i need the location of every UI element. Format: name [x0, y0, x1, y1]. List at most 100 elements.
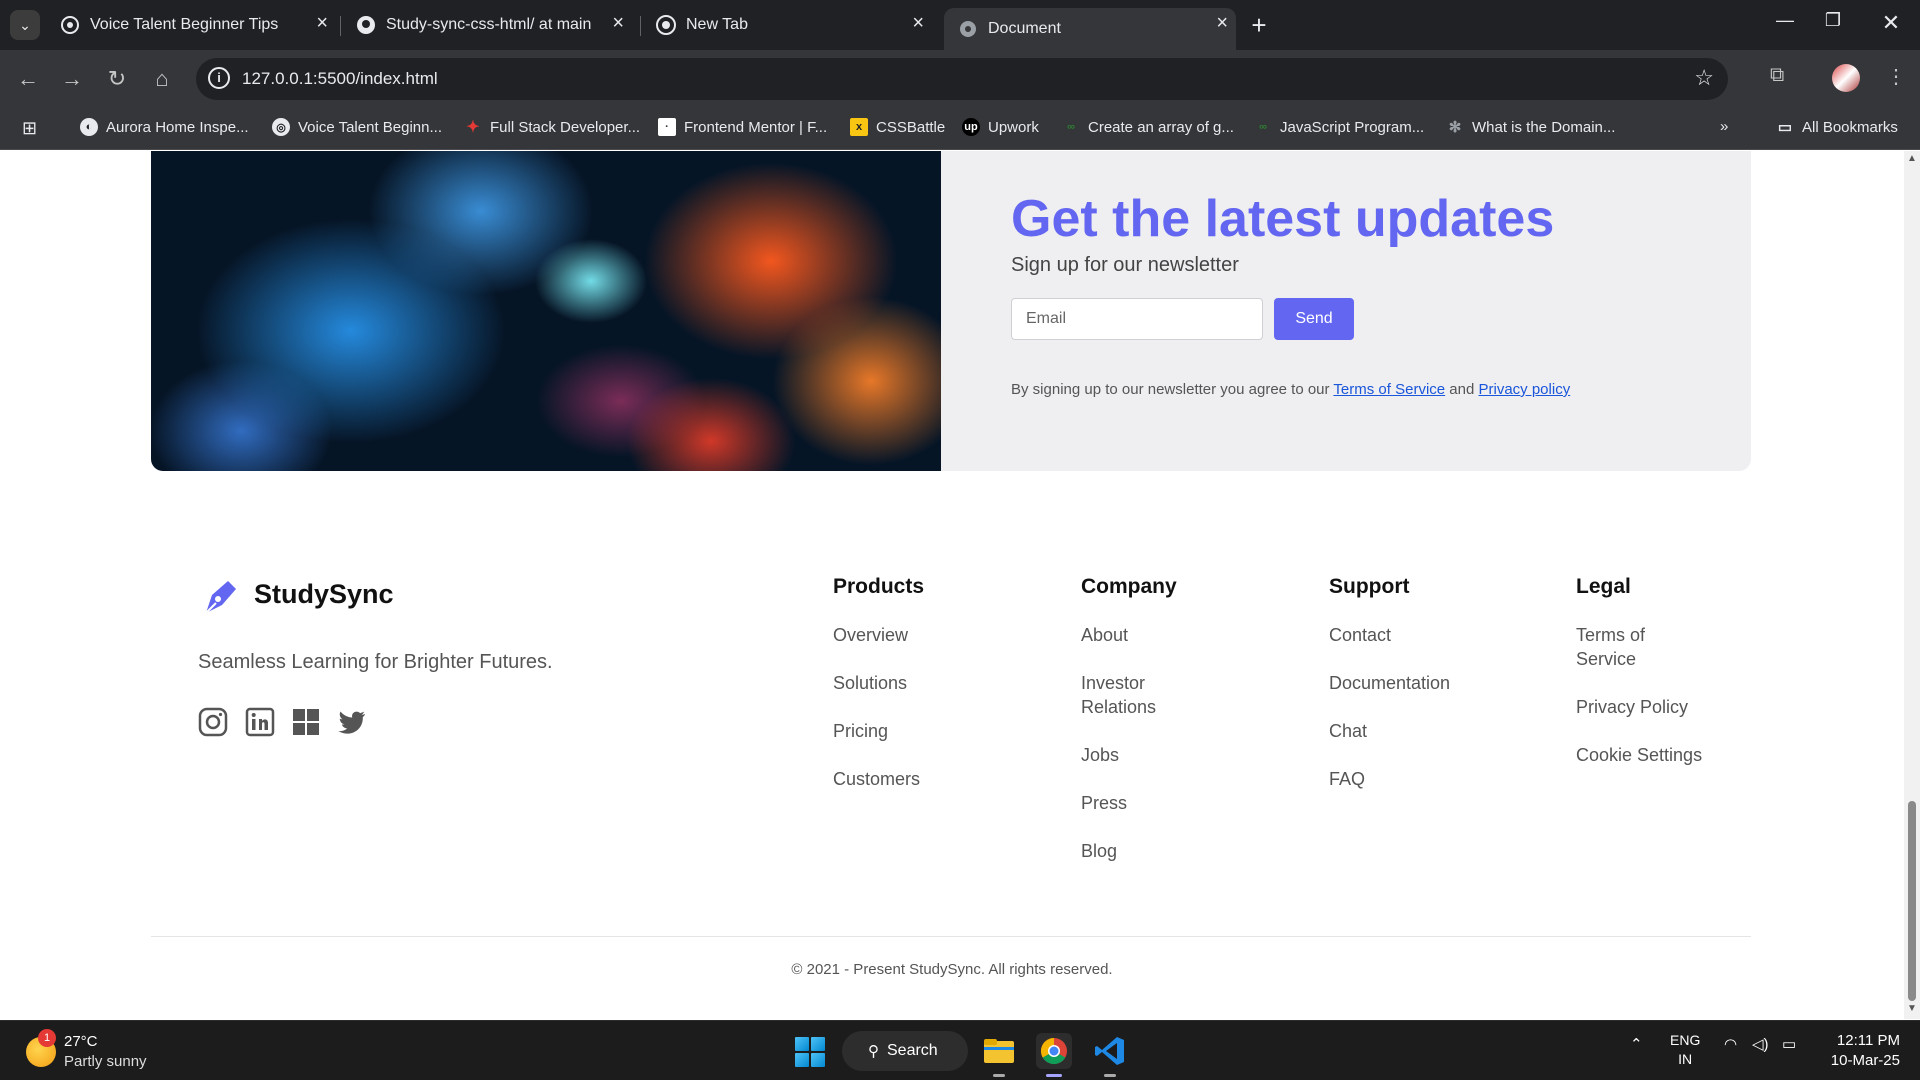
file-explorer-icon[interactable]: [981, 1033, 1017, 1077]
back-icon[interactable]: ←: [12, 63, 44, 95]
scroll-up-icon[interactable]: ▲: [1907, 153, 1917, 164]
footer-link-cookies[interactable]: Cookie Settings: [1576, 743, 1796, 767]
language-indicator[interactable]: ENG IN: [1670, 1031, 1700, 1069]
bookmark-label: Full Stack Developer...: [490, 118, 641, 136]
bookmark-label: Voice Talent Beginn...: [298, 118, 442, 136]
footer-link-privacy[interactable]: Privacy Policy: [1576, 695, 1796, 719]
battery-icon[interactable]: ▭: [1782, 1035, 1796, 1053]
avatar[interactable]: [1832, 64, 1860, 92]
reload-icon[interactable]: ↻: [101, 63, 133, 95]
wifi-icon[interactable]: ◠: [1724, 1035, 1737, 1053]
footer-link-chat[interactable]: Chat: [1329, 719, 1549, 743]
page-scrollbar[interactable]: ▲ ▼: [1904, 151, 1920, 1019]
weather-temperature[interactable]: 27°C: [64, 1033, 98, 1050]
folder-icon: ▭: [1777, 119, 1793, 136]
start-windows-icon[interactable]: [795, 1037, 825, 1067]
tab-voice-talent[interactable]: Voice Talent Beginner Tips ×: [46, 8, 336, 42]
privacy-link[interactable]: Privacy policy: [1479, 381, 1571, 398]
footer-link-solutions[interactable]: Solutions: [833, 671, 1053, 695]
footer-link-jobs[interactable]: Jobs: [1081, 743, 1301, 767]
bookmark-aurora[interactable]: ◐ Aurora Home Inspe...: [80, 118, 249, 136]
send-button[interactable]: Send: [1274, 298, 1354, 340]
footer-column-products: Products Overview Solutions Pricing Cust…: [833, 575, 1053, 815]
chevron-down-icon: ⌄: [19, 16, 31, 33]
close-icon[interactable]: ×: [912, 12, 924, 35]
bookmark-upwork[interactable]: up Upwork: [962, 118, 1039, 136]
tab-document[interactable]: Document ×: [944, 8, 1236, 50]
bookmark-create-array[interactable]: ∞ Create an array of g...: [1062, 118, 1234, 136]
extensions-icon[interactable]: ⧉: [1770, 64, 1784, 87]
tab-title: Study-sync-css-html/ at main ·: [386, 16, 596, 33]
footer-heading: Legal: [1576, 575, 1631, 598]
page-viewport: Get the latest updates Sign up for our n…: [0, 151, 1904, 1019]
footer-link-press[interactable]: Press: [1081, 791, 1301, 815]
footer-link-blog[interactable]: Blog: [1081, 839, 1301, 863]
footer-link-faq[interactable]: FAQ: [1329, 767, 1549, 791]
footer-link-overview[interactable]: Overview: [833, 623, 1053, 647]
copyright-text: © 2021 - Present StudySync. All rights r…: [791, 961, 1113, 978]
bookmark-domain[interactable]: ✻ What is the Domain...: [1446, 118, 1616, 137]
footer-link-pricing[interactable]: Pricing: [833, 719, 1053, 743]
restore-icon[interactable]: ❐: [1818, 10, 1848, 31]
star-icon[interactable]: ☆: [1694, 65, 1714, 91]
bookmark-full-stack[interactable]: ✦ Full Stack Developer...: [464, 118, 641, 137]
clock-date: 10-Mar-25: [1830, 1052, 1900, 1069]
close-icon[interactable]: ×: [1216, 12, 1228, 35]
close-icon[interactable]: ×: [316, 12, 328, 35]
bookmark-javascript[interactable]: ∞ JavaScript Program...: [1254, 118, 1424, 136]
footer-link-contact[interactable]: Contact: [1329, 623, 1549, 647]
chrome-taskbar-icon[interactable]: [1036, 1033, 1072, 1077]
forward-icon[interactable]: →: [56, 63, 88, 95]
tab-github[interactable]: Study-sync-css-html/ at main · ×: [342, 8, 632, 42]
scrollbar-thumb[interactable]: [1908, 801, 1916, 1001]
all-bookmarks[interactable]: ▭ All Bookmarks: [1776, 118, 1898, 137]
openai-icon: ◎: [272, 118, 290, 136]
tab-new-tab[interactable]: New Tab ×: [642, 8, 932, 42]
linkedin-icon[interactable]: [244, 706, 276, 738]
twitter-icon[interactable]: [336, 706, 368, 738]
close-icon[interactable]: ×: [612, 12, 624, 35]
show-hidden-icons-icon[interactable]: ⌃: [1630, 1035, 1643, 1053]
volume-icon[interactable]: ◁): [1752, 1035, 1769, 1053]
footer-column-company: Company About Investor Relations Jobs Pr…: [1081, 575, 1301, 887]
footer-link-customers[interactable]: Customers: [833, 767, 1053, 791]
tab-title: Voice Talent Beginner Tips: [90, 16, 279, 33]
vscode-icon[interactable]: [1092, 1033, 1128, 1077]
scroll-down-icon[interactable]: ▼: [1907, 1003, 1917, 1014]
address-bar[interactable]: i 127.0.0.1:5500/index.html ☆: [196, 58, 1728, 100]
site-info-icon[interactable]: i: [208, 67, 230, 89]
menu-icon[interactable]: ⋮: [1886, 64, 1906, 89]
terms-link[interactable]: Terms of Service: [1333, 381, 1445, 398]
brand-name: StudySync: [254, 579, 394, 609]
home-icon[interactable]: ⌂: [146, 63, 178, 95]
abstract-ink-image: [151, 151, 941, 471]
figure-icon: ✦: [466, 119, 480, 136]
openai-icon: [61, 16, 79, 34]
bookmark-cssbattle[interactable]: x CSSBattle: [850, 118, 945, 136]
footer-column-legal: Legal Terms of Service Privacy Policy Co…: [1576, 575, 1796, 791]
footer-link-terms[interactable]: Terms of Service: [1576, 623, 1686, 671]
footer-link-about[interactable]: About: [1081, 623, 1301, 647]
bookmark-frontend-mentor[interactable]: · Frontend Mentor | F...: [658, 118, 827, 136]
bookmark-label: What is the Domain...: [1472, 118, 1616, 136]
bookmark-label: Aurora Home Inspe...: [106, 118, 249, 136]
close-window-icon[interactable]: ✕: [1876, 10, 1906, 36]
more-bookmarks-icon[interactable]: »: [1720, 118, 1728, 135]
system-clock[interactable]: 12:11 PM 10-Mar-25: [1810, 1031, 1900, 1071]
geeksforgeeks-icon: ∞: [1067, 121, 1075, 133]
minimize-icon[interactable]: —: [1770, 10, 1800, 31]
tab-search-button[interactable]: ⌄: [10, 10, 40, 40]
taskbar-search[interactable]: ⚲ Search: [842, 1031, 968, 1071]
instagram-icon[interactable]: [197, 706, 229, 738]
footer-link-investor-relations[interactable]: Investor Relations: [1081, 671, 1191, 719]
weather-description[interactable]: Partly sunny: [64, 1053, 147, 1070]
footer-link-documentation[interactable]: Documentation: [1329, 671, 1549, 695]
windows-icon[interactable]: [290, 706, 322, 738]
browser-toolbar: ← → ↻ ⌂ i 127.0.0.1:5500/index.html ☆ ⧉ …: [0, 50, 1920, 108]
pen-logo-icon[interactable]: [198, 575, 240, 617]
bookmark-label: JavaScript Program...: [1280, 118, 1425, 136]
new-tab-button[interactable]: +: [1244, 10, 1274, 41]
bookmark-voice-talent[interactable]: ◎ Voice Talent Beginn...: [272, 118, 442, 136]
apps-icon[interactable]: ⊞: [22, 118, 37, 139]
email-field[interactable]: [1011, 298, 1263, 340]
